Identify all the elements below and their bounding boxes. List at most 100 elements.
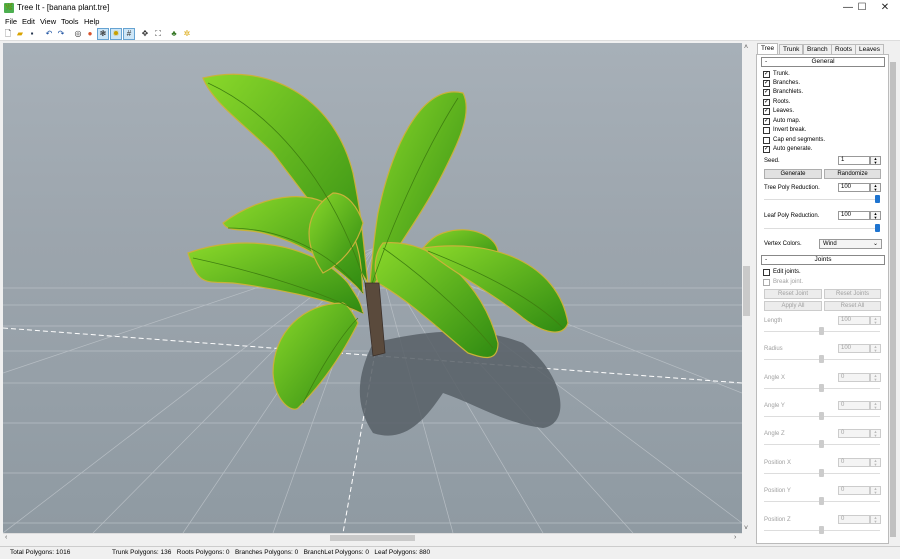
scroll-right-icon[interactable]: › bbox=[734, 533, 736, 542]
leaf-poly-reduction-input[interactable]: 100 bbox=[838, 211, 870, 220]
edit-joints-checkbox[interactable] bbox=[763, 269, 770, 276]
scroll-up-icon[interactable]: ˄ bbox=[744, 43, 748, 52]
angle-x-slider-thumb[interactable] bbox=[819, 384, 824, 392]
length-slider-thumb[interactable] bbox=[819, 327, 824, 335]
scroll-left-icon[interactable]: ‹ bbox=[5, 533, 7, 542]
reset-joints-button[interactable]: Reset Joints bbox=[824, 289, 881, 299]
generate-button[interactable]: Generate bbox=[764, 169, 822, 179]
horizontal-scroll-thumb[interactable] bbox=[330, 535, 415, 541]
position-y-spinner-icon[interactable]: ▲ ▼ bbox=[870, 486, 881, 495]
position-z-spinner-icon[interactable]: ▲ ▼ bbox=[870, 515, 881, 524]
position-z-input[interactable]: 0 bbox=[838, 515, 870, 524]
branchlets-checkbox[interactable]: ✓ bbox=[763, 89, 770, 96]
angle-y-slider-thumb[interactable] bbox=[819, 412, 824, 420]
new-icon[interactable]: 🗋 bbox=[3, 29, 13, 39]
joints-header-label: Joints bbox=[814, 256, 832, 263]
tab-trunk[interactable]: Trunk bbox=[779, 44, 804, 54]
break-joint-checkbox[interactable] bbox=[763, 279, 770, 286]
zoom-extents-icon[interactable]: ⛶ bbox=[153, 29, 163, 39]
angle-x-input[interactable]: 0 bbox=[838, 373, 870, 382]
tree-poly-slider-thumb[interactable] bbox=[875, 195, 880, 203]
texture-icon[interactable]: ❃ bbox=[97, 28, 109, 40]
auto-map-checkbox[interactable]: ✓ bbox=[763, 118, 770, 125]
roots-checkbox-label: Roots. bbox=[773, 99, 791, 105]
vertex-colors-label: Vertex Colors. bbox=[764, 241, 802, 247]
seed-input[interactable]: 1 bbox=[838, 156, 870, 165]
menu-view[interactable]: View bbox=[40, 17, 56, 27]
menu-file[interactable]: File bbox=[5, 17, 17, 27]
vertex-colors-select[interactable]: Wind ⌄ bbox=[819, 239, 882, 249]
vertex-colors-value: Wind bbox=[823, 241, 837, 247]
leaf-poly-spinner-icon[interactable]: ▲ ▼ bbox=[870, 211, 881, 220]
position-x-slider-thumb[interactable] bbox=[819, 469, 824, 477]
save-icon[interactable]: ▪ bbox=[27, 29, 37, 39]
angle-y-input[interactable]: 0 bbox=[838, 401, 870, 410]
length-input[interactable]: 100 bbox=[838, 316, 870, 325]
grid-icon[interactable]: # bbox=[123, 28, 135, 40]
auto-generate-checkbox-label: Auto generate. bbox=[773, 146, 813, 152]
seed-spinner-icon[interactable]: ▲ ▼ bbox=[870, 156, 881, 165]
apply-all-button[interactable]: Apply All bbox=[764, 301, 822, 311]
randomize-button[interactable]: Randomize bbox=[824, 169, 881, 179]
wireframe-icon[interactable]: ◎ bbox=[73, 29, 83, 39]
leaf-poly-slider-track[interactable] bbox=[764, 228, 880, 230]
cap-end-segments-checkbox-label: Cap end segments. bbox=[773, 137, 826, 143]
cap-end-segments-checkbox[interactable] bbox=[763, 137, 770, 144]
position-x-spinner-icon[interactable]: ▲ ▼ bbox=[870, 458, 881, 467]
scroll-down-icon[interactable]: ˅ bbox=[744, 524, 748, 533]
general-section-header[interactable]: - General bbox=[761, 57, 885, 67]
tree-poly-slider-track[interactable] bbox=[764, 199, 880, 201]
tab-roots[interactable]: Roots bbox=[831, 44, 856, 54]
angle-x-label: Angle X bbox=[764, 375, 786, 381]
invert-break-checkbox[interactable] bbox=[763, 127, 770, 134]
joints-section-header[interactable]: - Joints bbox=[761, 255, 885, 265]
move-icon[interactable]: ✥ bbox=[140, 29, 150, 39]
radius-slider-thumb[interactable] bbox=[819, 355, 824, 363]
trunk-checkbox[interactable]: ✓ bbox=[763, 71, 770, 78]
position-y-input[interactable]: 0 bbox=[838, 486, 870, 495]
3d-viewport[interactable] bbox=[3, 43, 742, 533]
length-spinner-icon[interactable]: ▲ ▼ bbox=[870, 316, 881, 325]
reset-all-button[interactable]: Reset All bbox=[824, 301, 881, 311]
angle-y-spinner-icon[interactable]: ▲ ▼ bbox=[870, 401, 881, 410]
menu-tools[interactable]: Tools bbox=[61, 17, 79, 27]
collapse-icon[interactable]: - bbox=[765, 256, 767, 264]
angle-z-slider-thumb[interactable] bbox=[819, 440, 824, 448]
reset-joint-button[interactable]: Reset Joint bbox=[764, 289, 822, 299]
tree-poly-spinner-icon[interactable]: ▲ ▼ bbox=[870, 183, 881, 192]
redo-icon[interactable]: ↷ bbox=[56, 29, 66, 39]
close-button[interactable]: ✕ bbox=[871, 0, 899, 16]
menu-help[interactable]: Help bbox=[84, 17, 99, 27]
radius-input[interactable]: 100 bbox=[838, 344, 870, 353]
open-icon[interactable]: ▰ bbox=[15, 29, 25, 39]
collapse-icon[interactable]: - bbox=[765, 58, 767, 66]
menu-edit[interactable]: Edit bbox=[22, 17, 35, 27]
angle-z-spinner-icon[interactable]: ▲ ▼ bbox=[870, 429, 881, 438]
tab-leaves[interactable]: Leaves bbox=[855, 44, 884, 54]
angle-z-label: Angle Z bbox=[764, 431, 785, 437]
auto-generate-checkbox[interactable]: ✓ bbox=[763, 146, 770, 153]
seed-label: Seed. bbox=[764, 158, 780, 164]
angle-z-input[interactable]: 0 bbox=[838, 429, 870, 438]
leaf-poly-slider-thumb[interactable] bbox=[875, 224, 880, 232]
position-x-input[interactable]: 0 bbox=[838, 458, 870, 467]
leaves-checkbox-label: Leaves. bbox=[773, 108, 795, 114]
angle-x-spinner-icon[interactable]: ▲ ▼ bbox=[870, 373, 881, 382]
tab-branch[interactable]: Branch bbox=[803, 44, 832, 54]
position-y-slider-thumb[interactable] bbox=[819, 497, 824, 505]
light-icon[interactable]: ✹ bbox=[110, 28, 122, 40]
undo-icon[interactable]: ↶ bbox=[44, 29, 54, 39]
tab-tree[interactable]: Tree bbox=[757, 43, 779, 54]
settings-icon[interactable]: ✲ bbox=[182, 29, 192, 39]
vertical-scroll-thumb[interactable] bbox=[743, 266, 750, 316]
tree-icon[interactable]: ♣ bbox=[169, 29, 179, 39]
roots-checkbox[interactable]: ✓ bbox=[763, 99, 770, 106]
leaves-checkbox[interactable]: ✓ bbox=[763, 108, 770, 115]
position-z-label: Position Z bbox=[764, 517, 791, 523]
position-z-slider-thumb[interactable] bbox=[819, 526, 824, 534]
color-icon[interactable]: ● bbox=[85, 29, 95, 39]
tree-poly-reduction-input[interactable]: 100 bbox=[838, 183, 870, 192]
panel-scroll-thumb[interactable] bbox=[890, 62, 896, 537]
radius-spinner-icon[interactable]: ▲ ▼ bbox=[870, 344, 881, 353]
branches-checkbox[interactable]: ✓ bbox=[763, 80, 770, 87]
